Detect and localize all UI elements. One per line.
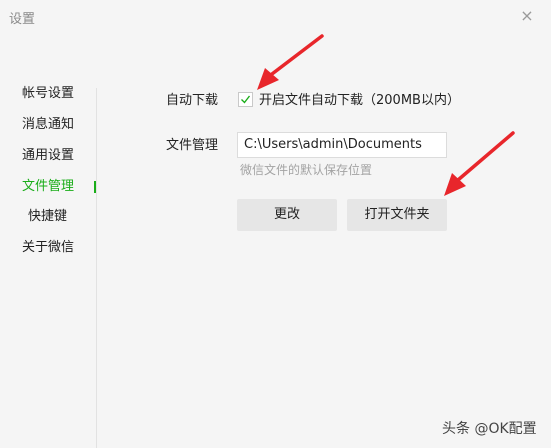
arrow-icon (444, 131, 515, 196)
sidebar-item-account[interactable]: 帐号设置 (0, 82, 96, 106)
sidebar-item-about[interactable]: 关于微信 (0, 236, 96, 260)
close-icon[interactable]: × (517, 6, 537, 26)
sidebar-item-general[interactable]: 通用设置 (0, 144, 96, 168)
sidebar-divider (96, 88, 97, 448)
sidebar-item-shortcuts[interactable]: 快捷键 (0, 205, 96, 229)
sidebar-item-label: 快捷键 (28, 209, 68, 224)
sidebar-item-label: 消息通知 (22, 117, 75, 132)
auto-download-label: 自动下载 (166, 93, 219, 108)
change-button[interactable]: 更改 (237, 199, 337, 231)
watermark: 头条 @OK配置 (442, 421, 537, 437)
check-icon (241, 95, 251, 104)
auto-download-checkbox-text[interactable]: 开启文件自动下载（200MB以内） (259, 91, 460, 111)
sidebar-item-notifications[interactable]: 消息通知 (0, 113, 96, 137)
sidebar-item-label: 通用设置 (22, 148, 75, 163)
sidebar-item-label: 关于微信 (22, 240, 75, 255)
sidebar-item-label: 帐号设置 (22, 86, 75, 101)
arrow-icon (257, 34, 324, 90)
sidebar: 帐号设置 消息通知 通用设置 文件管理 快捷键 关于微信 (0, 0, 97, 448)
open-folder-button[interactable]: 打开文件夹 (347, 199, 447, 231)
auto-download-checkbox[interactable] (238, 92, 253, 107)
active-indicator (94, 181, 96, 193)
sidebar-item-file-management[interactable]: 文件管理 (0, 175, 96, 199)
file-manage-label: 文件管理 (166, 138, 219, 153)
save-path-hint: 微信文件的默认保存位置 (240, 163, 373, 177)
save-path-field[interactable]: C:\Users\admin\Documents (237, 132, 447, 158)
sidebar-item-label: 文件管理 (22, 179, 75, 194)
